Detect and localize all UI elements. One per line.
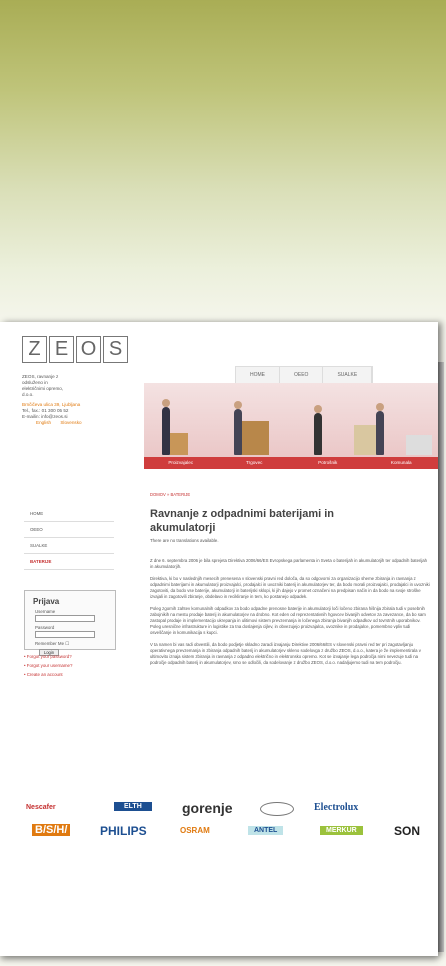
username-label: Username <box>35 609 56 614</box>
truck-image <box>406 435 432 455</box>
person-figure <box>234 401 242 455</box>
brand-logo[interactable]: Nescafer <box>26 804 56 811</box>
collection-bin-image <box>354 425 378 455</box>
partner-logos: Nescafer ELTH gorenje Electrolux B/S/H/ … <box>22 800 438 850</box>
logo-letter: S <box>103 336 128 363</box>
person-figure <box>376 403 384 455</box>
logo-letter: Z <box>22 336 47 363</box>
login-box: Prijava Username Password Remember Me ☐ … <box>24 590 116 656</box>
breadcrumb[interactable]: DOMOV » BATERIJE <box>150 492 190 497</box>
article-paragraph: V ta namen bi vas radi obvestili, da bod… <box>150 642 421 665</box>
top-navigation: HOME OEEO SUALKE <box>235 366 374 383</box>
remember-me-checkbox[interactable]: Remember Me ☐ <box>35 641 115 647</box>
sidenav-item-home[interactable]: HOME <box>24 506 114 522</box>
topnav-oeeo[interactable]: OEEO <box>280 367 324 383</box>
brand-logo[interactable]: Electrolux <box>314 802 358 813</box>
topnav-sualke[interactable]: SUALKE <box>323 367 373 383</box>
sidenav-item-oeeo[interactable]: OEEO <box>24 522 114 538</box>
password-input[interactable] <box>35 631 95 638</box>
lang-slovensko-link[interactable]: Slovensko <box>60 420 81 425</box>
banner-caption: Proizvajalec <box>168 460 194 465</box>
logo-letter: E <box>49 336 74 363</box>
zeos-logo[interactable]: Z E O S <box>22 336 128 363</box>
lang-english-link[interactable]: English <box>36 420 51 425</box>
create-account-link[interactable]: Create an account <box>24 670 124 679</box>
username-input[interactable] <box>35 615 95 622</box>
article-paragraph: Poleg zgornih zahtev komunalnih odpadkov… <box>150 606 426 635</box>
article-body: Z dne 6. septembra 2006 je bila sprejeta… <box>150 558 430 672</box>
forgot-password-link[interactable]: Forgot your password? <box>24 652 124 661</box>
brand-logo[interactable]: PHILIPS <box>100 824 147 838</box>
password-label: Password <box>35 625 55 630</box>
brand-logo[interactable]: SON <box>394 824 420 838</box>
banner-caption: Trgovec <box>246 460 263 465</box>
page-frame: Z E O S ZEOS, ravnanje z odsluženo in el… <box>0 322 444 956</box>
sidenav-item-baterije[interactable]: BATERIJE <box>24 554 114 570</box>
company-address: ZEOS, ravnanje z odsluženo in električni… <box>22 374 140 426</box>
battery-crate-image <box>170 433 188 455</box>
side-navigation: HOME OEEO SUALKE BATERIJE <box>24 506 114 570</box>
cardboard-box-image <box>239 421 269 455</box>
article-paragraph: Z dne 6. septembra 2006 je bila sprejeta… <box>150 558 428 569</box>
login-title: Prijava <box>33 597 60 606</box>
account-links: Forgot your password? Forgot your userna… <box>24 652 124 679</box>
brand-logo[interactable]: ANTEL <box>248 826 284 835</box>
person-figure <box>162 399 170 455</box>
banner-caption: Komunala <box>390 460 412 465</box>
sidenav-item-sualke[interactable]: SUALKE <box>24 538 114 554</box>
header-banner: Proizvajalec Trgovec Potrošnik Komunala <box>144 383 438 469</box>
translation-note: There are no translations available. <box>150 538 219 543</box>
brand-logo[interactable]: OSRAM <box>180 826 210 835</box>
logo-letter: O <box>76 336 101 363</box>
brand-logo[interactable]: B/S/H/ <box>32 824 71 836</box>
page-title: Ravnanje z odpadnimi baterijami in akumu… <box>150 508 334 534</box>
forgot-username-link[interactable]: Forgot your username? <box>24 661 124 670</box>
banner-caption: Potrošnik <box>318 460 338 465</box>
brand-logo[interactable]: ELTH <box>114 802 152 811</box>
brand-logo-oval[interactable] <box>260 802 294 816</box>
person-figure <box>314 405 322 455</box>
article-paragraph: Direktiva, ki bo v naslednjih mesecih pr… <box>150 576 430 599</box>
topnav-home[interactable]: HOME <box>236 367 280 383</box>
brand-logo[interactable]: MERKUR <box>320 826 363 835</box>
brand-logo[interactable]: gorenje <box>182 800 233 816</box>
page-edge-shadow <box>438 362 444 952</box>
